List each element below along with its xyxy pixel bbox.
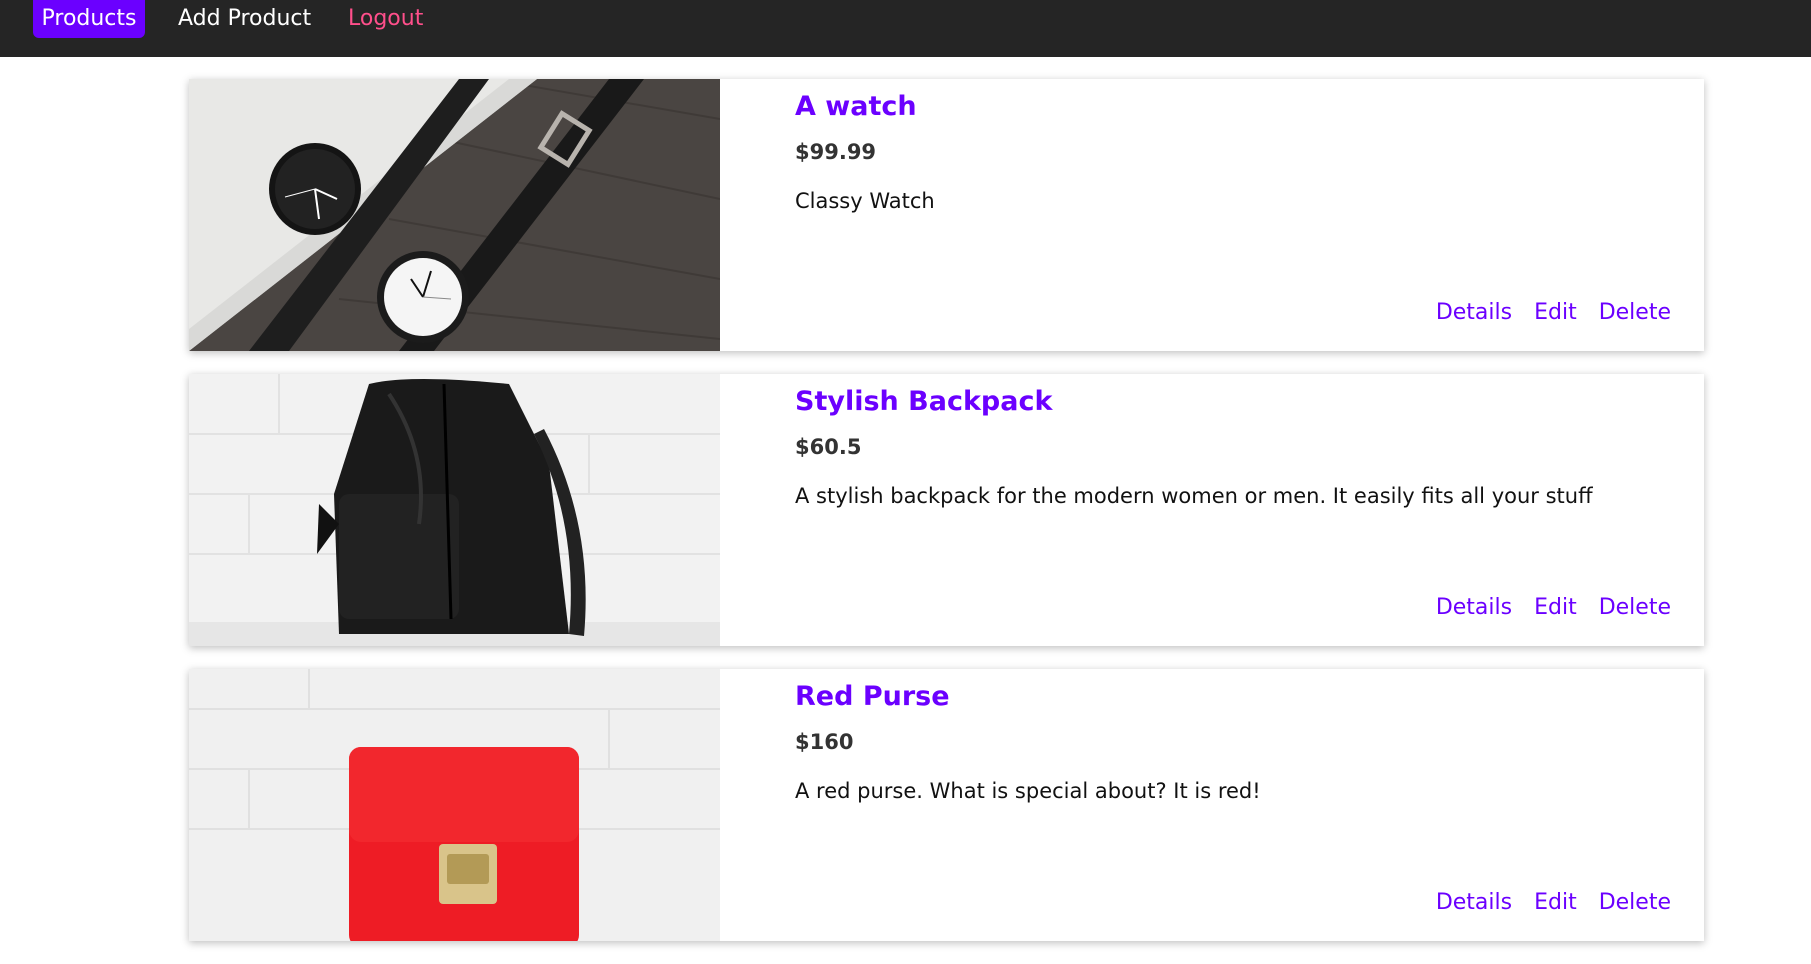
product-description: A stylish backpack for the modern women …	[795, 484, 1593, 508]
product-actions: Details Edit Delete	[1414, 595, 1671, 620]
product-price: $60.5	[795, 435, 862, 459]
nav-add-product-link[interactable]: Add Product	[178, 0, 311, 38]
product-price: $160	[795, 730, 854, 754]
nav-products-link[interactable]: Products	[33, 0, 145, 38]
product-card-body: Stylish Backpack $60.5 A stylish backpac…	[795, 374, 1704, 646]
details-link[interactable]: Details	[1436, 300, 1512, 325]
product-title: A watch	[795, 91, 917, 122]
delete-link[interactable]: Delete	[1599, 300, 1671, 325]
product-card: Stylish Backpack $60.5 A stylish backpac…	[189, 374, 1704, 646]
product-card-body: Red Purse $160 A red purse. What is spec…	[795, 669, 1704, 941]
nav-logout-link[interactable]: Logout	[348, 0, 423, 38]
product-title: Red Purse	[795, 681, 950, 712]
product-image-purse	[189, 669, 720, 941]
product-image-backpack	[189, 374, 720, 646]
edit-link[interactable]: Edit	[1534, 890, 1577, 915]
delete-link[interactable]: Delete	[1599, 890, 1671, 915]
edit-link[interactable]: Edit	[1534, 595, 1577, 620]
product-actions: Details Edit Delete	[1414, 300, 1671, 325]
product-card-body: A watch $99.99 Classy Watch Details Edit…	[795, 79, 1704, 351]
delete-link[interactable]: Delete	[1599, 595, 1671, 620]
product-price: $99.99	[795, 140, 877, 164]
details-link[interactable]: Details	[1436, 595, 1512, 620]
navbar: Products Add Product Logout	[0, 0, 1811, 57]
product-image-watch	[189, 79, 720, 351]
product-card: A watch $99.99 Classy Watch Details Edit…	[189, 79, 1704, 351]
product-list: A watch $99.99 Classy Watch Details Edit…	[189, 79, 1704, 964]
product-description: Classy Watch	[795, 189, 935, 213]
product-card: Red Purse $160 A red purse. What is spec…	[189, 669, 1704, 941]
edit-link[interactable]: Edit	[1534, 300, 1577, 325]
details-link[interactable]: Details	[1436, 890, 1512, 915]
product-actions: Details Edit Delete	[1414, 890, 1671, 915]
product-title: Stylish Backpack	[795, 386, 1053, 417]
product-description: A red purse. What is special about? It i…	[795, 779, 1261, 803]
